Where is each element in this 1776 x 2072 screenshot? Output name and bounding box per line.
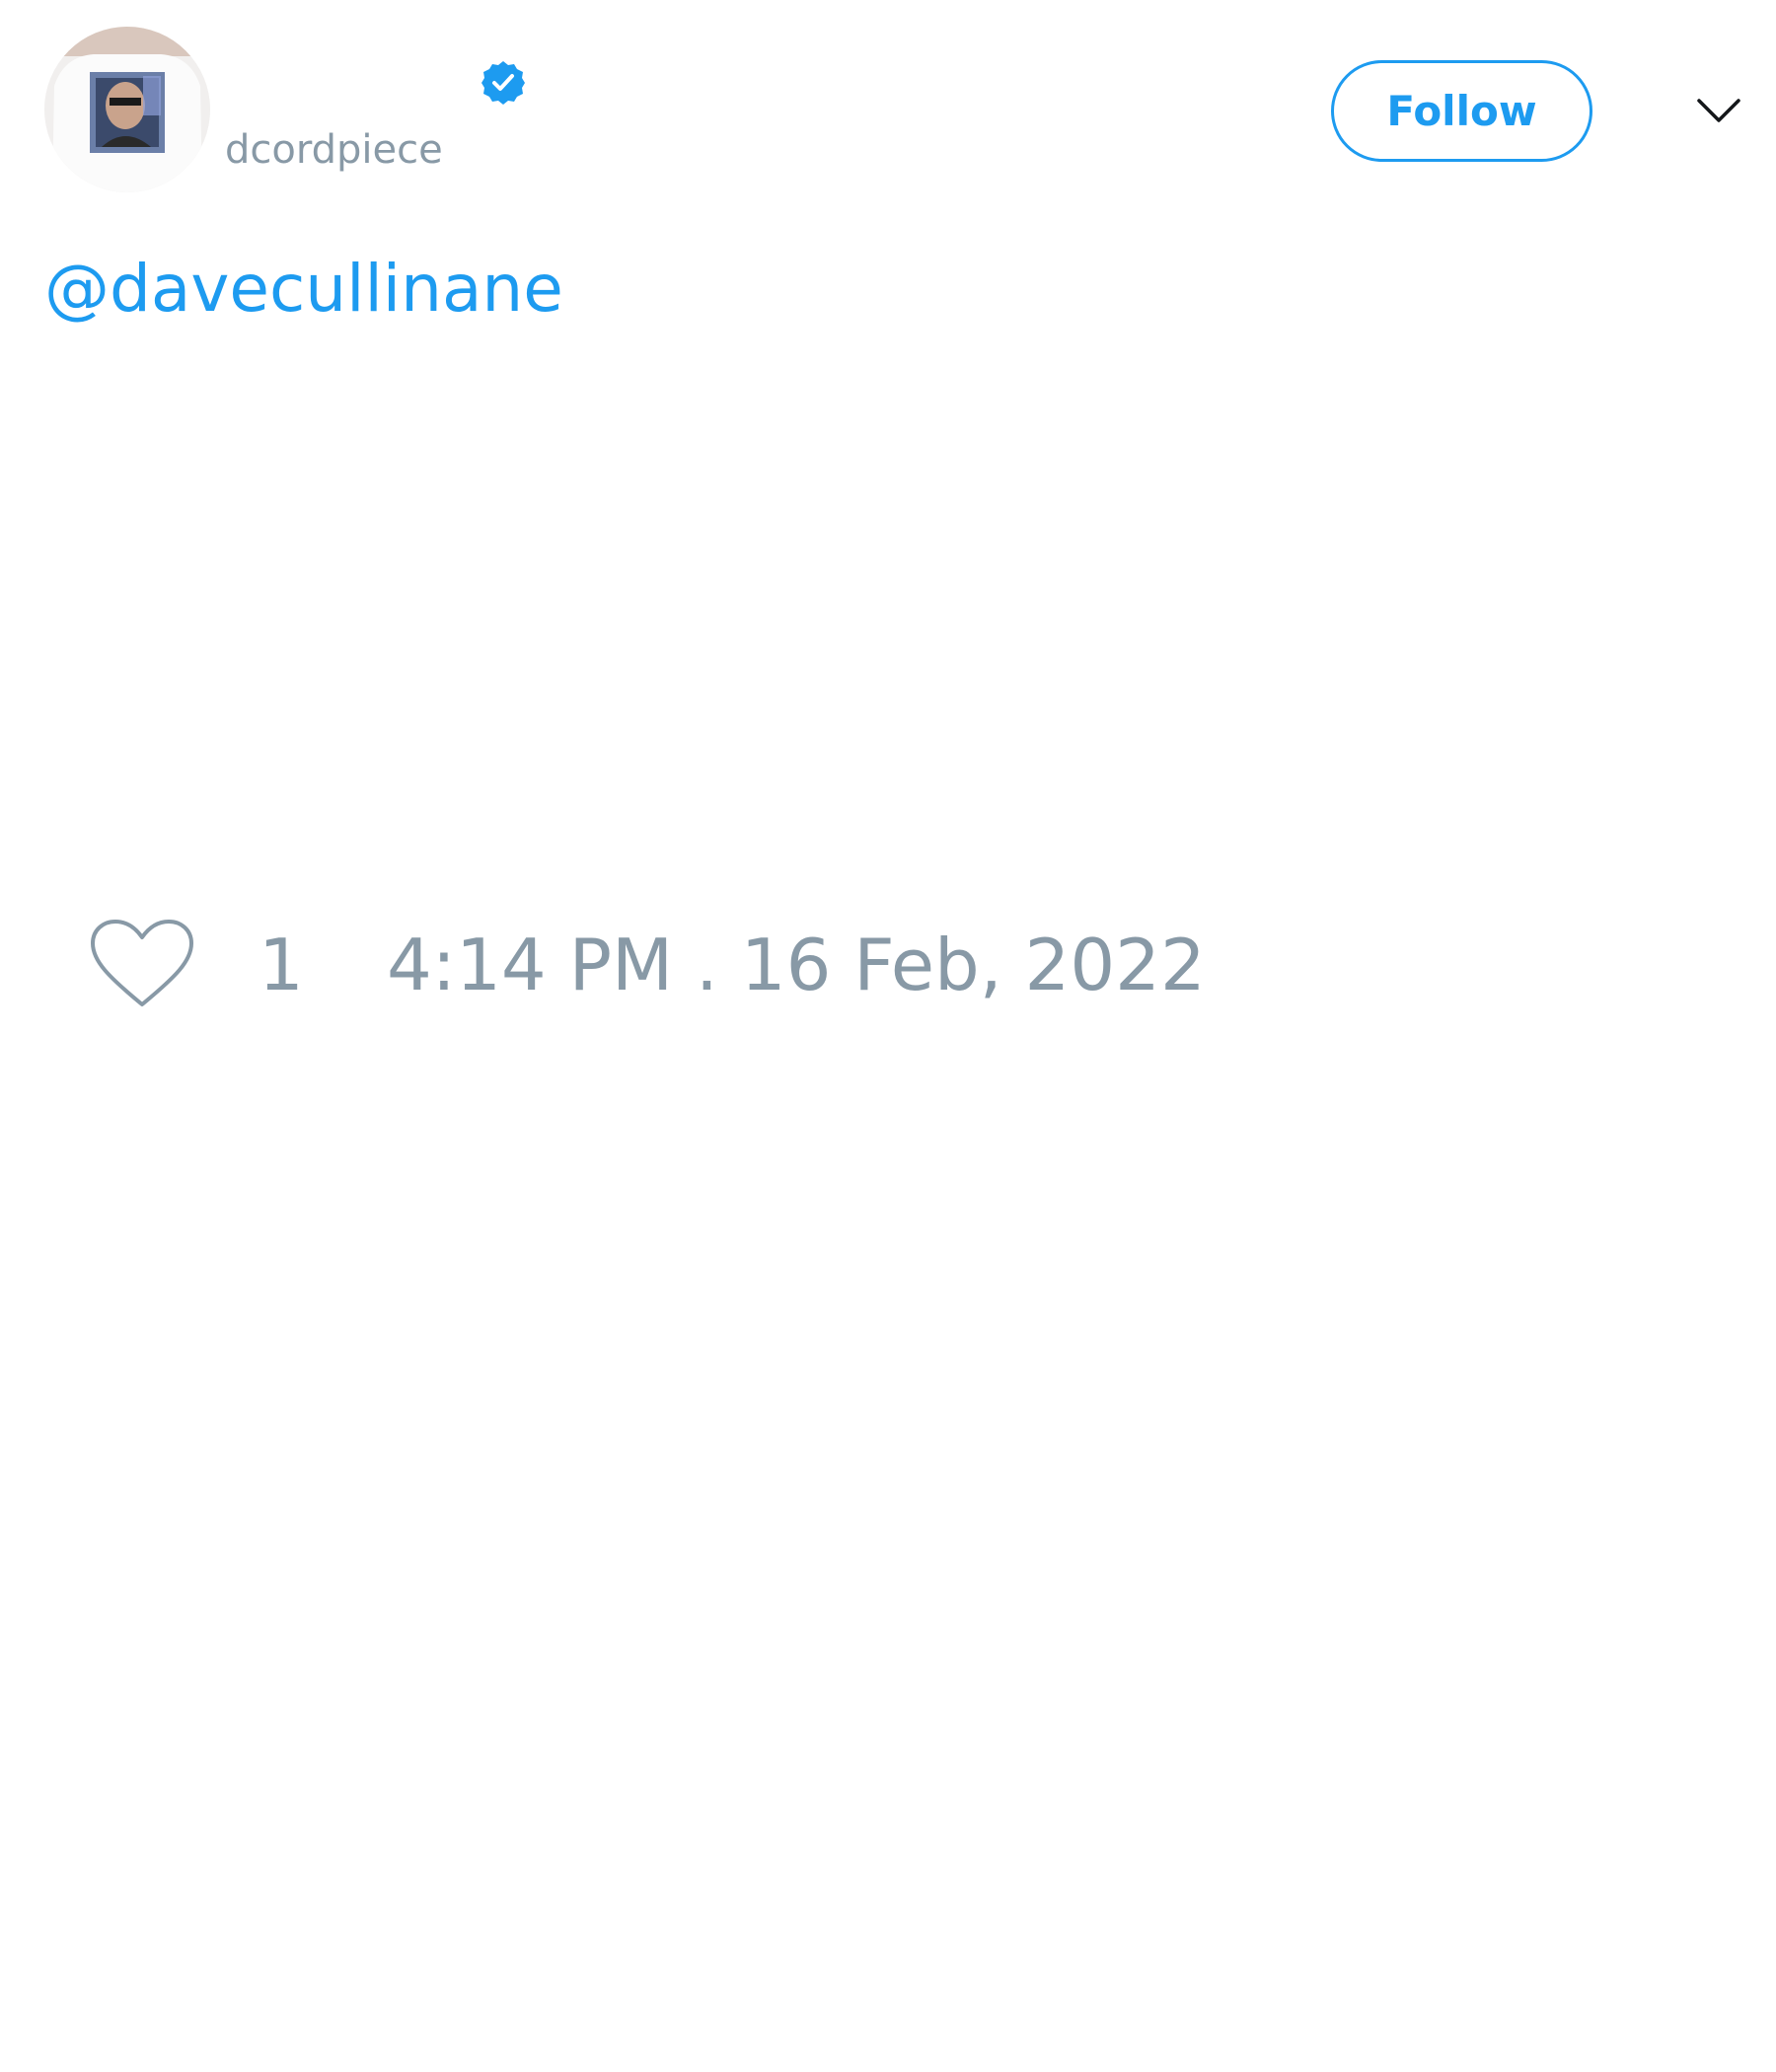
tweet-text-mention[interactable]: @davecullinane (44, 250, 563, 329)
profile-photo-image (44, 27, 210, 192)
tweet-card: dcordpiece Follow @davecullinane 1 4:14 … (0, 0, 1776, 2072)
heart-icon[interactable] (89, 918, 195, 1012)
tweet-actions: 1 4:14 PM . 16 Feb, 2022 (89, 916, 1206, 1014)
tweet-timestamp[interactable]: 4:14 PM . 16 Feb, 2022 (387, 924, 1206, 1006)
like-count: 1 (259, 924, 304, 1006)
author-avatar[interactable] (44, 27, 210, 192)
author-display-name[interactable] (225, 58, 480, 108)
verified-badge-icon (481, 61, 525, 105)
author-name-row (225, 55, 527, 111)
author-handle[interactable]: dcordpiece (225, 124, 443, 176)
chevron-down-icon[interactable] (1694, 91, 1743, 130)
follow-button[interactable]: Follow (1331, 60, 1592, 162)
